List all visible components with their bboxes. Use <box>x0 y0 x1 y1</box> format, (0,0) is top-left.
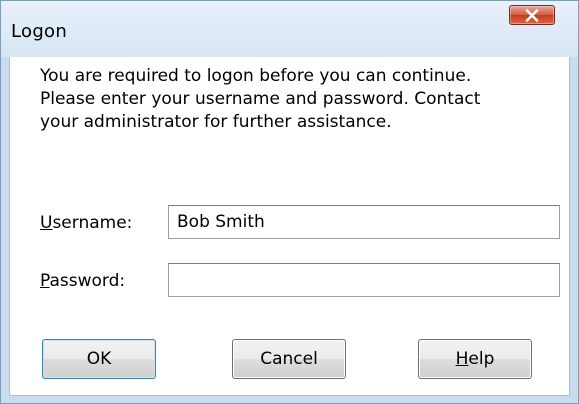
password-label-mnemonic: P <box>40 271 50 291</box>
password-input[interactable] <box>168 263 560 297</box>
window-title: Logon <box>11 21 68 42</box>
password-label: Password: <box>40 271 125 291</box>
help-button-mnemonic: H <box>455 349 469 369</box>
instruction-message: You are required to logon before you can… <box>40 65 560 134</box>
password-label-text: assword: <box>49 271 126 291</box>
help-button-label: elp <box>468 349 495 369</box>
username-label: Username: <box>40 213 132 233</box>
message-line: your administrator for further assistanc… <box>40 112 392 132</box>
close-icon <box>525 9 539 22</box>
username-label-text: sername: <box>52 213 133 233</box>
dialog-body: You are required to logon before you can… <box>9 57 570 396</box>
close-button[interactable] <box>509 5 555 25</box>
help-button[interactable]: Help <box>418 339 532 379</box>
ok-button[interactable]: OK <box>42 339 156 379</box>
username-label-mnemonic: U <box>40 213 53 233</box>
title-bar[interactable]: Logon <box>1 1 578 57</box>
message-line: You are required to logon before you can… <box>40 66 472 86</box>
username-input[interactable] <box>168 205 560 239</box>
logon-dialog: Logon You are required to logon before y… <box>0 0 579 404</box>
cancel-button[interactable]: Cancel <box>232 339 346 379</box>
message-line: Please enter your username and password.… <box>40 89 481 109</box>
